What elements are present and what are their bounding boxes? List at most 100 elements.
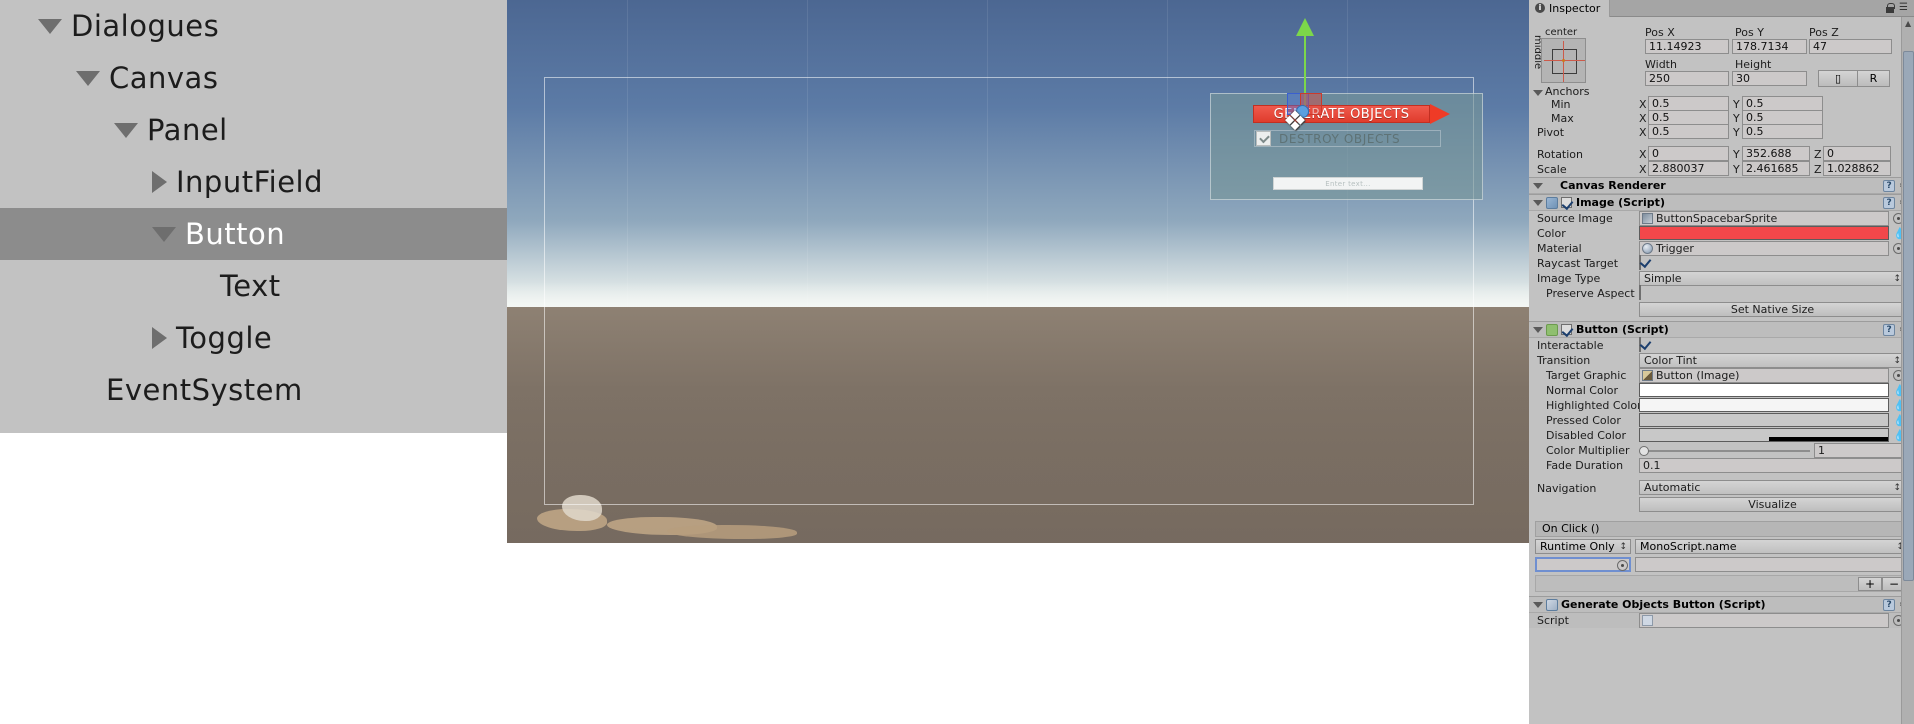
interactable-row[interactable]: Interactable (1529, 337, 1914, 353)
foldout-icon[interactable] (1533, 199, 1543, 206)
chevron-right-icon[interactable] (152, 327, 167, 349)
chevron-down-icon[interactable] (38, 18, 62, 34)
material-row[interactable]: Material Trigger (1529, 241, 1914, 256)
normal-color-swatch[interactable] (1639, 383, 1889, 397)
slider-handle[interactable] (1639, 446, 1649, 456)
preserve-aspect-checkbox[interactable] (1639, 285, 1641, 300)
set-native-size-row[interactable]: Set Native Size (1529, 301, 1914, 318)
navigation-dropdown[interactable]: Automatic ↕ (1639, 480, 1906, 495)
help-icon[interactable]: ? (1883, 323, 1896, 336)
transition-row[interactable]: Transition Color Tint ↕ (1529, 353, 1914, 368)
raycast-target-checkbox[interactable] (1639, 255, 1641, 270)
anchor-min-x-field[interactable]: 0.5 (1648, 96, 1729, 111)
pos-x-field[interactable]: 11.14923 (1645, 39, 1729, 54)
object-picker-icon[interactable] (1617, 560, 1628, 571)
event-object-field[interactable] (1535, 557, 1631, 572)
fade-duration-field[interactable]: 0.1 (1639, 458, 1906, 473)
pressed-color-swatch[interactable] (1639, 413, 1889, 427)
hierarchy-panel[interactable]: Dialogues Canvas Panel InputField Button Text… (0, 0, 507, 433)
hierarchy-item-panel[interactable]: Panel (0, 104, 507, 156)
blueprint-mode-button[interactable]: ▯ (1818, 70, 1858, 87)
help-icon[interactable]: ? (1883, 179, 1896, 192)
anchor-max-x-field[interactable]: 0.5 (1648, 110, 1729, 125)
help-icon[interactable]: ? (1883, 196, 1896, 209)
image-color-row[interactable]: Color 💧 (1529, 226, 1914, 241)
scale-z-field[interactable]: 1.028862 (1823, 161, 1891, 176)
normal-color-row[interactable]: Normal Color 💧 (1529, 383, 1914, 398)
image-type-dropdown[interactable]: Simple ↕ (1639, 271, 1906, 286)
hierarchy-item-dialogues[interactable]: Dialogues (0, 0, 507, 52)
raycast-target-row[interactable]: Raycast Target (1529, 255, 1914, 271)
color-multiplier-value[interactable]: 1 (1814, 443, 1906, 458)
raw-edit-mode-button[interactable]: R (1857, 70, 1890, 87)
scale-y-field[interactable]: 2.461685 (1742, 161, 1810, 176)
pivot-y-field[interactable]: 0.5 (1742, 124, 1823, 139)
rotation-y-field[interactable]: 352.688 (1742, 146, 1810, 161)
event-mode-dropdown[interactable]: Runtime Only ↕ (1535, 539, 1631, 554)
event-function-dropdown[interactable]: MonoScript.name ↕ (1635, 539, 1908, 554)
on-click-target-row[interactable] (1535, 557, 1908, 573)
hierarchy-item-eventsystem[interactable]: EventSystem (0, 364, 507, 416)
source-image-field[interactable]: ButtonSpacebarSprite (1639, 211, 1889, 226)
visualize-row[interactable]: Visualize (1529, 496, 1914, 513)
image-color-swatch[interactable] (1639, 226, 1889, 240)
visualize-button[interactable]: Visualize (1639, 497, 1906, 512)
lock-icon[interactable] (1886, 3, 1896, 13)
inspector-body[interactable]: center middle Pos X Pos Y Pos Z 11.14923… (1529, 17, 1914, 724)
hierarchy-item-toggle[interactable]: Toggle (0, 312, 507, 364)
rect-transform-component[interactable]: center middle Pos X Pos Y Pos Z 11.14923… (1529, 17, 1914, 177)
preserve-aspect-row[interactable]: Preserve Aspect (1529, 285, 1914, 301)
color-multiplier-slider[interactable]: 1 (1639, 443, 1906, 458)
scene-view[interactable]: GENERATE OBJECTS DESTROY OBJECTS Enter t… (507, 0, 1529, 543)
width-field[interactable]: 250 (1645, 71, 1729, 86)
height-field[interactable]: 30 (1732, 71, 1807, 86)
transition-dropdown[interactable]: Color Tint ↕ (1639, 353, 1906, 368)
color-multiplier-row[interactable]: Color Multiplier 1 (1529, 443, 1914, 458)
image-type-row[interactable]: Image Type Simple ↕ (1529, 271, 1914, 286)
script-field-row[interactable]: Script (1529, 613, 1914, 628)
disabled-color-swatch[interactable] (1639, 428, 1889, 442)
checkbox-icon[interactable] (1256, 131, 1271, 146)
help-icon[interactable]: ? (1883, 598, 1896, 611)
anchor-preset-widget[interactable] (1541, 38, 1586, 83)
hierarchy-item-button[interactable]: Button (0, 208, 507, 260)
scroll-up-icon[interactable]: ▲ (1905, 20, 1911, 28)
target-graphic-row[interactable]: Target Graphic Button (Image) (1529, 368, 1914, 383)
hierarchy-item-canvas[interactable]: Canvas (0, 52, 507, 104)
target-graphic-field[interactable]: Button (Image) (1639, 368, 1889, 383)
image-script-header[interactable]: Image (Script) ? ⚙ (1529, 194, 1914, 211)
highlighted-color-swatch[interactable] (1639, 398, 1889, 412)
add-event-button[interactable]: + (1858, 577, 1882, 591)
scrollbar-thumb[interactable] (1903, 51, 1914, 581)
highlighted-color-row[interactable]: Highlighted Color 💧 (1529, 398, 1914, 413)
inspector-panel[interactable]: i Inspector ☰ center middle Pos X Pos Y … (1529, 0, 1914, 724)
inspector-scrollbar[interactable]: ▲ (1901, 17, 1914, 724)
ui-generate-objects-button[interactable]: GENERATE OBJECTS (1253, 105, 1430, 123)
set-native-size-button[interactable]: Set Native Size (1639, 302, 1906, 317)
event-argument-field[interactable] (1635, 557, 1908, 572)
anchor-min-y-field[interactable]: 0.5 (1742, 96, 1823, 111)
pos-y-field[interactable]: 178.7134 (1732, 39, 1807, 54)
foldout-icon[interactable] (1533, 601, 1543, 608)
foldout-icon[interactable] (1533, 182, 1543, 189)
tab-inspector[interactable]: i Inspector (1529, 0, 1611, 17)
rotation-z-field[interactable]: 0 (1823, 146, 1891, 161)
generate-objects-script-header[interactable]: Generate Objects Button (Script) ? ⚙ (1529, 596, 1914, 613)
navigation-row[interactable]: Navigation Automatic ↕ (1529, 473, 1914, 496)
anchors-foldout-icon[interactable] (1533, 90, 1543, 96)
disabled-color-row[interactable]: Disabled Color 💧 (1529, 428, 1914, 443)
chevron-down-icon[interactable] (152, 226, 176, 242)
hierarchy-item-text[interactable]: Text (0, 260, 507, 312)
script-field[interactable] (1639, 613, 1889, 628)
chevron-right-icon[interactable] (152, 171, 167, 193)
source-image-row[interactable]: Source Image ButtonSpacebarSprite (1529, 211, 1914, 226)
on-click-list-controls[interactable]: + − (1535, 575, 1908, 592)
inspector-tab-bar[interactable]: i Inspector ☰ (1529, 0, 1914, 17)
interactable-checkbox[interactable] (1639, 337, 1641, 352)
material-field[interactable]: Trigger (1639, 241, 1889, 256)
canvas-renderer-header[interactable]: Canvas Renderer ? ⚙ (1529, 177, 1914, 194)
anchor-max-y-field[interactable]: 0.5 (1742, 110, 1823, 125)
menu-icon[interactable]: ☰ (1899, 3, 1908, 13)
on-click-event-row[interactable]: Runtime Only ↕ MonoScript.name ↕ (1535, 539, 1908, 555)
ui-input-field[interactable]: Enter text... (1273, 177, 1423, 190)
